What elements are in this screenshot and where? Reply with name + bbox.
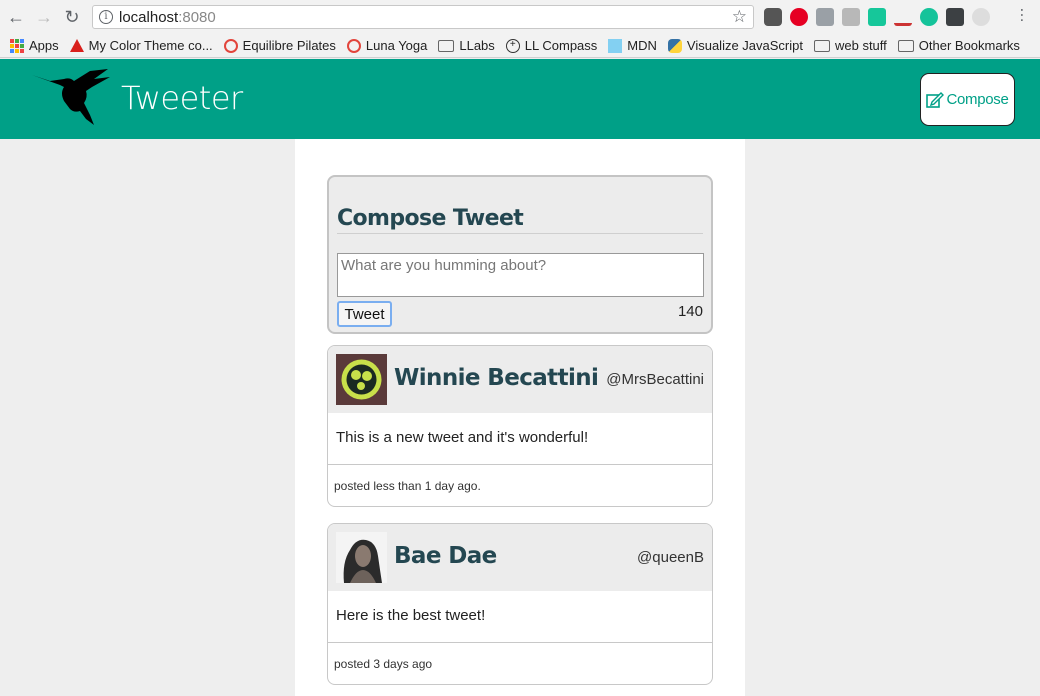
bookmark-other[interactable]: Other Bookmarks (897, 38, 1020, 53)
tweet-timestamp: posted 3 days ago (334, 657, 433, 671)
bookmark-label: LL Compass (524, 38, 598, 53)
tweet-text: Here is the best tweet! (328, 591, 712, 643)
main-column: Compose Tweet Tweet 140 Winnie Becattini… (295, 139, 745, 696)
compose-title: Compose Tweet (337, 206, 524, 231)
edit-icon (926, 91, 945, 108)
compose-button-label: Compose (946, 91, 1009, 108)
extension-dots-icon[interactable] (946, 8, 964, 26)
bookmark-color-theme[interactable]: My Color Theme co... (69, 38, 213, 53)
bookmark-label: MDN (627, 38, 657, 53)
tweet-header: Bae Dae @queenB (328, 524, 712, 591)
hummingbird-logo-icon (32, 69, 110, 125)
bookmark-label: Equilibre Pilates (242, 38, 336, 53)
folder-icon (897, 39, 914, 52)
compose-divider (337, 233, 703, 234)
extension-k-icon[interactable] (842, 8, 860, 26)
grammarly-icon[interactable] (920, 8, 938, 26)
bookmark-star-icon[interactable]: ☆ (732, 7, 747, 27)
app-header: Tweeter Compose (0, 59, 1040, 139)
bookmark-equilibre-pilates[interactable]: Equilibre Pilates (223, 38, 336, 53)
avatar[interactable] (336, 354, 387, 405)
user-handle: @queenB (637, 549, 704, 566)
tweet-timestamp: posted less than 1 day ago. (334, 479, 481, 493)
bookmark-luna-yoga[interactable]: Luna Yoga (346, 38, 428, 53)
user-handle: @MrsBecattini (606, 371, 704, 388)
tweet-card: Bae Dae @queenB Here is the best tweet! … (327, 523, 713, 685)
url-host: localhost (119, 8, 179, 26)
mdn-icon (608, 38, 623, 53)
bookmark-apps[interactable]: Apps (10, 38, 59, 53)
bookmark-label: Visualize JavaScript (686, 38, 803, 53)
extension-smile-icon[interactable] (868, 8, 886, 26)
compose-button[interactable]: Compose (920, 73, 1015, 126)
browser-menu-icon[interactable]: … (1017, 7, 1034, 23)
bookmark-label: Other Bookmarks (918, 38, 1020, 53)
compose-tweet-panel: Compose Tweet Tweet 140 (327, 175, 713, 334)
bookmark-ll-compass[interactable]: + LL Compass (505, 38, 598, 53)
tweet-header: Winnie Becattini @MrsBecattini (328, 346, 712, 413)
user-name: Bae Dae (394, 543, 497, 569)
char-counter: 140 (677, 303, 703, 320)
bookmarks-bar: Apps My Color Theme co... Equilibre Pila… (0, 34, 1040, 58)
bookmark-label: web stuff (834, 38, 887, 53)
avatar[interactable] (336, 532, 387, 583)
adobe-icon (69, 39, 84, 52)
folder-icon (438, 39, 455, 52)
bookmark-label: Luna Yoga (365, 38, 428, 53)
bookmark-label: Apps (29, 38, 59, 53)
bookmark-label: My Color Theme co... (88, 38, 213, 53)
address-bar[interactable]: i localhost:8080 ☆ (92, 5, 754, 29)
bookmark-visualize-js[interactable]: Visualize JavaScript (667, 38, 803, 53)
back-arrow-icon[interactable]: ← (5, 6, 27, 28)
pinterest-icon[interactable] (790, 8, 808, 26)
tweet-text: This is a new tweet and it's wonderful! (328, 413, 712, 465)
ring-icon (223, 38, 238, 53)
bookmark-web-stuff[interactable]: web stuff (813, 38, 887, 53)
bookmark-label: LLabs (459, 38, 495, 53)
extension-icons (764, 8, 990, 26)
color-picker-icon[interactable] (894, 8, 912, 26)
extension-shield-icon[interactable] (972, 8, 990, 26)
tweet-submit-button[interactable]: Tweet (337, 301, 392, 327)
browser-toolbar: ← → ↻ i localhost:8080 ☆ … (0, 0, 1040, 34)
forward-arrow-icon[interactable]: → (33, 6, 55, 28)
user-name: Winnie Becattini (394, 365, 599, 391)
url-port: :8080 (178, 8, 216, 26)
app-brand: Tweeter (121, 79, 243, 117)
tweet-card: Winnie Becattini @MrsBecattini This is a… (327, 345, 713, 507)
tweet-textarea[interactable] (337, 253, 704, 297)
ring-icon (346, 38, 361, 53)
python-icon (667, 38, 682, 53)
reload-icon[interactable]: ↻ (61, 6, 83, 28)
camera-icon[interactable] (816, 8, 834, 26)
apps-icon (10, 38, 24, 53)
compass-icon: + (505, 38, 520, 53)
folder-icon (813, 39, 830, 52)
info-icon[interactable]: i (99, 10, 113, 24)
pocket-icon[interactable] (764, 8, 782, 26)
bookmark-llabs[interactable]: LLabs (438, 38, 495, 53)
bookmark-mdn[interactable]: MDN (608, 38, 657, 53)
